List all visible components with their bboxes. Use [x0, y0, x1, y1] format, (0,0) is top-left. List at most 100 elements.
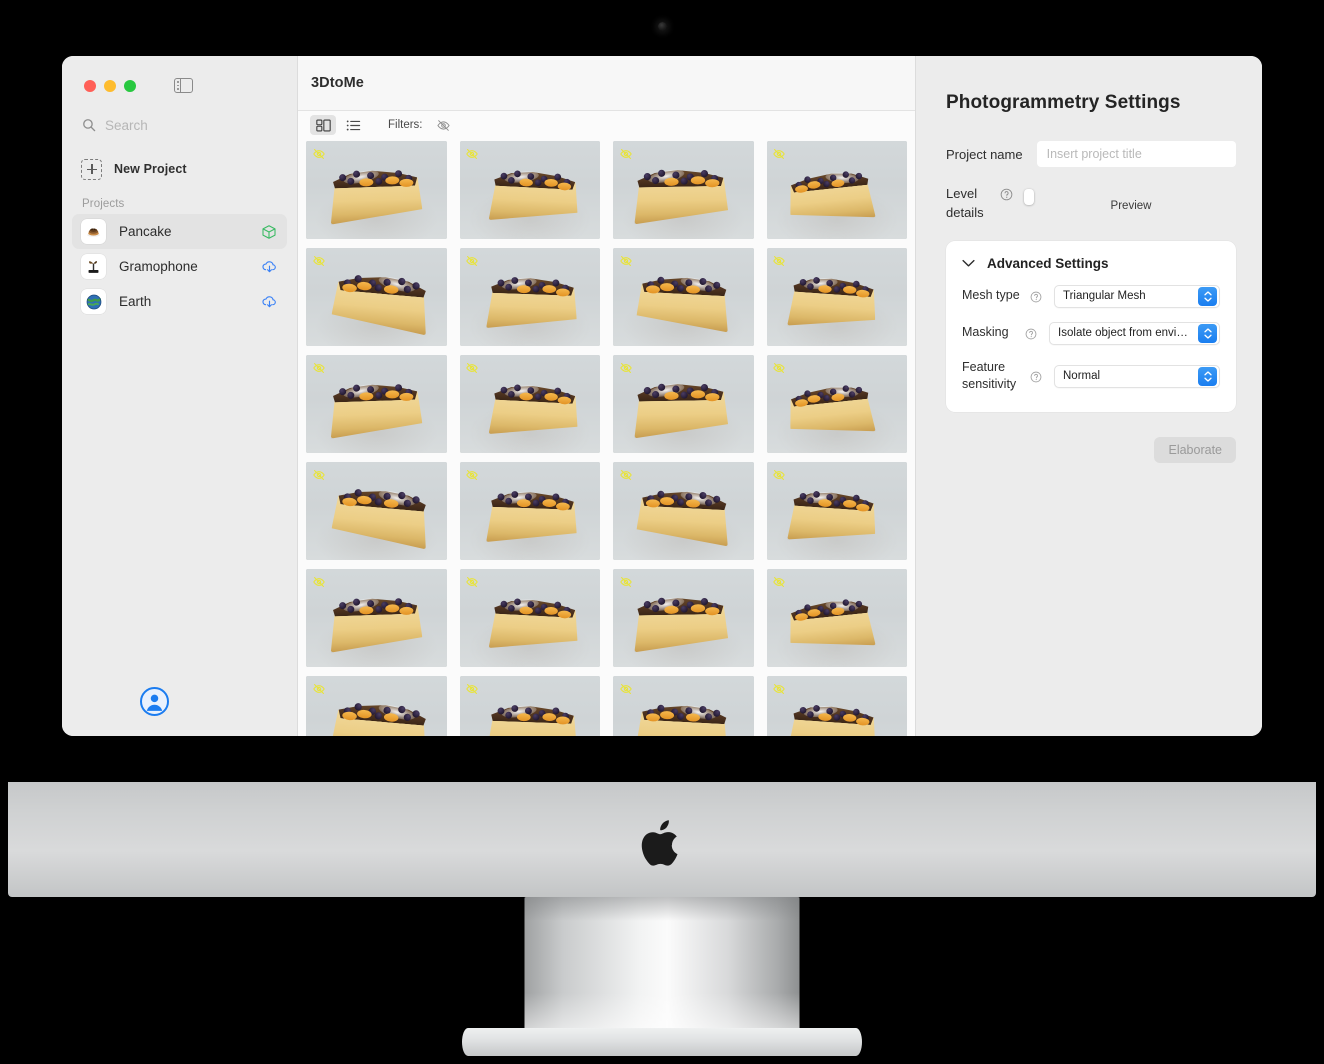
photo-thumbnail[interactable]: [459, 462, 600, 560]
eye-slash-badge-icon[interactable]: [618, 360, 633, 375]
cube-icon[interactable]: [260, 223, 278, 241]
eye-slash-badge-icon[interactable]: [311, 146, 326, 161]
eye-slash-badge-icon[interactable]: [618, 574, 633, 589]
new-project-button[interactable]: New Project: [81, 156, 279, 182]
eye-slash-badge-icon[interactable]: [311, 681, 326, 696]
stepper-chevrons-icon[interactable]: [1198, 287, 1217, 307]
level-details-row: Level details Preview: [946, 185, 1236, 223]
sidebar-item-gramophone[interactable]: Gramophone: [72, 249, 287, 284]
photo-thumbnail[interactable]: [613, 462, 754, 560]
eye-slash-badge-icon[interactable]: [772, 574, 787, 589]
grid-view-toggle[interactable]: [310, 115, 336, 135]
eye-slash-badge-icon[interactable]: [772, 146, 787, 161]
elaborate-button[interactable]: Elaborate: [1154, 436, 1236, 463]
level-details-slider[interactable]: Preview: [1024, 185, 1236, 212]
eye-slash-badge-icon[interactable]: [772, 360, 787, 375]
photo-thumbnail[interactable]: [459, 141, 600, 239]
photo-thumbnail[interactable]: [306, 355, 447, 453]
feature-sensitivity-help-icon[interactable]: [1030, 370, 1042, 383]
sidebar-item-pancake[interactable]: Pancake: [72, 214, 287, 249]
photo-gallery-scroll[interactable]: [298, 139, 915, 736]
eye-slash-badge-icon[interactable]: [618, 681, 633, 696]
photo-thumbnail[interactable]: [459, 569, 600, 667]
eye-slash-badge-icon[interactable]: [618, 253, 633, 268]
eye-slash-badge-icon[interactable]: [772, 253, 787, 268]
cake-slice-subject: [331, 710, 430, 736]
photo-thumbnail[interactable]: [306, 676, 447, 736]
cloud-download-icon[interactable]: [260, 293, 278, 311]
page-title: 3DtoMe: [311, 75, 364, 91]
level-details-help-icon[interactable]: [1000, 188, 1013, 201]
photo-thumbnail[interactable]: [459, 248, 600, 346]
eye-slash-badge-icon[interactable]: [311, 467, 326, 482]
titlebar: 3DtoMe: [298, 56, 915, 111]
sidebar-item-label: Gramophone: [119, 259, 198, 274]
minimize-button[interactable]: [104, 79, 116, 92]
close-button[interactable]: [84, 79, 96, 92]
eye-slash-badge-icon[interactable]: [465, 467, 480, 482]
search-field[interactable]: [82, 114, 279, 136]
masking-row: Masking Isolate object from environ...: [962, 321, 1220, 345]
photo-thumbnail[interactable]: [306, 569, 447, 667]
zoom-button[interactable]: [124, 79, 136, 92]
cake-slice-subject: [488, 178, 578, 225]
project-thumbnail: [81, 254, 106, 279]
list-view-icon: [346, 120, 360, 130]
photo-thumbnail[interactable]: [766, 676, 907, 736]
project-name-input[interactable]: [1036, 141, 1236, 167]
photo-thumbnail[interactable]: [613, 141, 754, 239]
feature-sensitivity-label-line1: Feature: [962, 359, 1006, 374]
photo-thumbnail[interactable]: [306, 462, 447, 560]
cake-slice-subject: [486, 704, 578, 736]
mesh-type-select[interactable]: Triangular Mesh: [1054, 284, 1220, 308]
sidebar-toggle-icon[interactable]: [174, 77, 193, 94]
feature-sensitivity-row: Feature sensitivity Normal: [962, 359, 1220, 394]
masking-value: Isolate object from environ...: [1058, 327, 1191, 340]
eye-slash-badge-icon[interactable]: [311, 360, 326, 375]
eye-slash-badge-icon[interactable]: [465, 681, 480, 696]
photo-thumbnail[interactable]: [306, 248, 447, 346]
eye-slash-badge-icon[interactable]: [772, 467, 787, 482]
eye-slash-badge-icon[interactable]: [465, 360, 480, 375]
feature-sensitivity-select[interactable]: Normal: [1054, 364, 1220, 388]
photo-thumbnail[interactable]: [766, 355, 907, 453]
slider-thumb[interactable]: [1024, 189, 1034, 205]
photo-thumbnail[interactable]: [613, 248, 754, 346]
advanced-settings-header[interactable]: Advanced Settings: [962, 256, 1220, 271]
stepper-chevrons-icon[interactable]: [1198, 324, 1217, 344]
photo-thumbnail[interactable]: [766, 569, 907, 667]
filter-eye-slash-button[interactable]: [433, 115, 455, 135]
eye-slash-badge-icon[interactable]: [465, 574, 480, 589]
photo-thumbnail[interactable]: [613, 569, 754, 667]
masking-help-icon[interactable]: [1025, 327, 1037, 340]
photo-thumbnail[interactable]: [613, 355, 754, 453]
photo-thumbnail[interactable]: [613, 676, 754, 736]
monitor-body: [8, 782, 1316, 897]
eye-slash-badge-icon[interactable]: [618, 146, 633, 161]
list-view-toggle[interactable]: [340, 115, 366, 135]
photo-thumbnail[interactable]: [766, 141, 907, 239]
scene: New Project Projects: [0, 0, 1324, 1064]
photo-thumbnail[interactable]: [459, 676, 600, 736]
mesh-type-value: Triangular Mesh: [1063, 290, 1146, 303]
eye-slash-badge-icon[interactable]: [465, 146, 480, 161]
account-avatar-icon: [146, 694, 163, 711]
level-details-label-line2: details: [946, 204, 984, 220]
sidebar-item-earth[interactable]: Earth: [72, 284, 287, 319]
search-input[interactable]: [105, 117, 279, 133]
cloud-download-icon[interactable]: [260, 258, 278, 276]
eye-slash-badge-icon[interactable]: [311, 253, 326, 268]
sidebar-item-label: Earth: [119, 294, 152, 309]
account-avatar[interactable]: [140, 687, 169, 716]
photo-thumbnail[interactable]: [766, 248, 907, 346]
photo-thumbnail[interactable]: [306, 141, 447, 239]
eye-slash-badge-icon[interactable]: [465, 253, 480, 268]
eye-slash-badge-icon[interactable]: [772, 681, 787, 696]
masking-select[interactable]: Isolate object from environ...: [1049, 321, 1220, 345]
eye-slash-badge-icon[interactable]: [618, 467, 633, 482]
photo-thumbnail[interactable]: [459, 355, 600, 453]
mesh-type-help-icon[interactable]: [1030, 290, 1042, 303]
eye-slash-badge-icon[interactable]: [311, 574, 326, 589]
stepper-chevrons-icon[interactable]: [1198, 367, 1217, 387]
photo-thumbnail[interactable]: [766, 462, 907, 560]
